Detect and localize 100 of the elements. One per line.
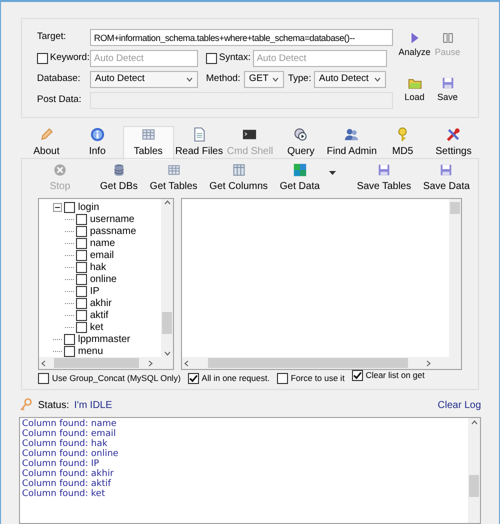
grid-icon (292, 162, 307, 176)
checkbox[interactable] (76, 322, 87, 332)
keyword-field[interactable]: Auto Detect (90, 50, 198, 67)
toolbar-button[interactable]: Save Data (417, 159, 476, 197)
checkbox[interactable] (76, 310, 87, 320)
log-line: Column found: hak (22, 439, 108, 449)
vertical-scrollbar[interactable] (161, 199, 174, 357)
tree-item[interactable]: hak (90, 260, 106, 274)
checkbox[interactable] (64, 346, 75, 356)
field-label: Target: (37, 30, 68, 44)
clear-log-link[interactable]: Clear Log (438, 398, 481, 412)
checkbox[interactable] (64, 334, 75, 344)
log-line: Column found: akhir (22, 469, 115, 479)
tab[interactable]: About (21, 126, 72, 160)
tab[interactable]: Info (72, 126, 123, 160)
tab[interactable]: Query (275, 126, 326, 160)
checkbox[interactable] (188, 372, 199, 384)
tree-item[interactable]: email (90, 248, 114, 262)
tree-view[interactable]: login username passname name email hak online IP akhir aktif ket lppmmaster menu (38, 198, 174, 370)
tab[interactable]: Tables (122, 126, 174, 160)
dropdown[interactable]: GET (244, 71, 284, 88)
toolbar-button[interactable]: Get Tables (144, 159, 204, 197)
tree-item[interactable]: passname (90, 224, 136, 238)
tab[interactable]: Find Admin (326, 126, 378, 160)
scroll-right-icon[interactable] (148, 360, 153, 366)
scroll-thumb[interactable] (450, 202, 460, 214)
scroll-left-icon[interactable] (41, 360, 46, 366)
chevron-down-icon (272, 77, 279, 82)
checkbox[interactable] (76, 250, 87, 260)
scroll-up-icon[interactable] (470, 420, 478, 425)
checkbox[interactable] (76, 226, 87, 236)
checkbox[interactable] (76, 262, 87, 272)
log-line: Column found: aktif (22, 479, 112, 489)
dropdown[interactable]: Auto Detect (314, 71, 386, 88)
scroll-up-icon[interactable] (164, 200, 171, 205)
tab[interactable]: Read Files (174, 126, 225, 160)
checkbox[interactable] (352, 370, 363, 381)
tree-item[interactable]: login (78, 200, 100, 214)
key-icon (19, 398, 33, 412)
chevron-down-icon (186, 77, 193, 82)
tree-item[interactable]: online (90, 272, 117, 286)
checkbox[interactable] (76, 274, 87, 284)
tree-item[interactable]: menu (78, 344, 104, 357)
checkbox[interactable] (38, 372, 49, 384)
checkbox[interactable] (76, 214, 87, 224)
url-field[interactable]: ROM+information_schema.tables+where+table_schema=database()-- (90, 29, 393, 46)
tab[interactable]: Settings (428, 126, 479, 160)
checkbox[interactable] (76, 238, 87, 248)
toolbar-button[interactable]: Get Columns (203, 159, 274, 197)
syntax-field[interactable]: Auto Detect (252, 50, 387, 67)
tools-icon (446, 127, 462, 142)
pencil-icon (38, 127, 54, 142)
scroll-thumb[interactable] (54, 358, 140, 368)
toolbar-button[interactable]: Get DBs (94, 159, 144, 197)
vertical-scrollbar[interactable] (449, 199, 461, 357)
tree-item[interactable]: name (90, 236, 116, 250)
collapse-icon[interactable] (53, 202, 62, 212)
checkbox[interactable] (64, 202, 75, 212)
scroll-down-icon[interactable] (164, 351, 171, 356)
scroll-thumb[interactable] (469, 475, 479, 497)
option-label: Force to use it (290, 372, 345, 385)
horizontal-scrollbar[interactable] (39, 357, 174, 369)
checkbox[interactable] (37, 53, 48, 64)
tree-item[interactable]: username (90, 212, 134, 226)
dropdown[interactable]: Auto Detect (90, 71, 198, 88)
vertical-scrollbar[interactable] (468, 418, 480, 523)
table-icon (140, 127, 156, 142)
toolbar-button[interactable]: Get Data (274, 159, 326, 197)
horizontal-scrollbar[interactable] (182, 357, 461, 369)
analyze-button[interactable]: Analyze (399, 31, 430, 72)
scroll-thumb[interactable] (162, 312, 172, 334)
toolbar-button[interactable]: Save Tables (350, 159, 418, 197)
tree-item[interactable]: akhir (90, 296, 112, 310)
chevron-down-icon (374, 77, 381, 82)
checkbox[interactable] (76, 298, 87, 308)
option-label: Use Group_Concat (MySQL Only) (52, 372, 181, 385)
tree-item[interactable]: lppmmaster (78, 332, 130, 346)
tree-item[interactable]: IP (90, 284, 100, 298)
table-icon (166, 162, 181, 176)
load-button[interactable]: Load (399, 76, 430, 117)
tree-item[interactable]: ket (90, 320, 104, 334)
database-icon (112, 162, 126, 176)
scroll-thumb[interactable] (208, 358, 408, 368)
checkbox[interactable] (276, 372, 288, 384)
field-label: Post Data: (37, 93, 82, 108)
tree-item[interactable]: aktif (90, 308, 108, 322)
scroll-right-icon[interactable] (426, 360, 431, 366)
log-line: Column found: IP (22, 459, 100, 469)
field-label: Type: (288, 72, 312, 86)
columns-icon (232, 162, 246, 176)
log-line: Column found: name (22, 419, 118, 429)
checkbox[interactable] (76, 286, 87, 296)
floppy-icon (376, 162, 391, 176)
scroll-left-icon[interactable] (184, 360, 190, 366)
option-label: Clear list on get (366, 369, 425, 382)
log-line: Column found: ket (22, 489, 106, 499)
checkbox[interactable] (206, 53, 217, 64)
field-label: Keyword: (50, 51, 90, 66)
save-button[interactable]: Save (432, 76, 463, 117)
tab[interactable]: MD5 (377, 126, 428, 160)
